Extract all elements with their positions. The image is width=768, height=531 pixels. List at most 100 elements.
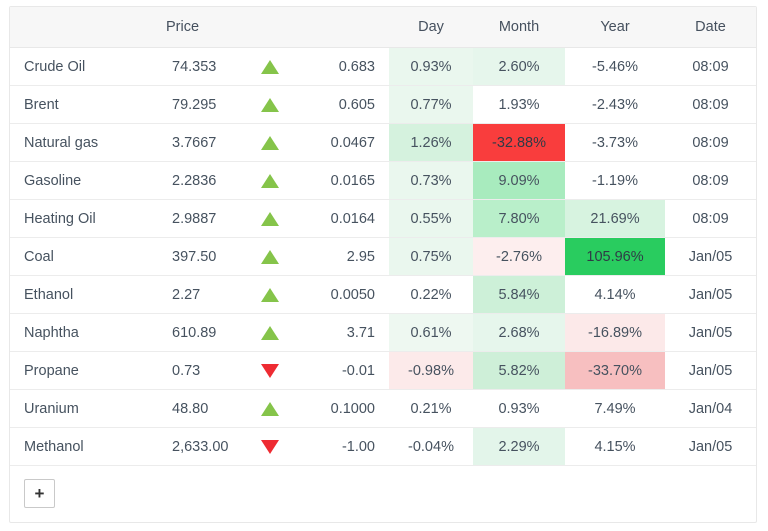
cell-month-percent: 1.93%	[473, 85, 565, 124]
column-header-year[interactable]: Year	[565, 7, 665, 48]
cell-price: 397.50	[158, 237, 238, 276]
cell-commodity-name[interactable]: Ethanol	[10, 275, 158, 314]
cell-month-percent: 2.68%	[473, 313, 565, 352]
footer-cell: +	[10, 466, 756, 522]
cell-year-percent: 21.69%	[565, 199, 665, 238]
table-row[interactable]: Heating Oil 2.9887 0.0164 0.55% 7.80% 21.69% 0…	[10, 199, 756, 238]
table-body: Crude Oil 74.353 0.683 0.93% 2.60% -5.46% 08:0…	[10, 47, 756, 522]
cell-date: Jan/04	[665, 389, 756, 428]
cell-direction	[238, 313, 293, 352]
cell-price: 74.353	[158, 47, 238, 86]
cell-change: 0.683	[293, 47, 389, 86]
table-header-row: Price Day Month Year Date	[10, 7, 756, 48]
table-row[interactable]: Natural gas 3.7667 0.0467 1.26% -32.88% -3.73…	[10, 123, 756, 162]
cell-price: 3.7667	[158, 123, 238, 162]
cell-direction	[238, 199, 293, 238]
cell-day-percent: -0.98%	[389, 351, 473, 390]
cell-price: 2,633.00	[158, 427, 238, 466]
cell-commodity-name[interactable]: Brent	[10, 85, 158, 124]
table-row[interactable]: Naphtha 610.89 3.71 0.61% 2.68% -16.89% Jan/05	[10, 313, 756, 352]
table-row[interactable]: Brent 79.295 0.605 0.77% 1.93% -2.43% 08:09	[10, 85, 756, 124]
cell-change: 2.95	[293, 237, 389, 276]
cell-day-percent: 0.93%	[389, 47, 473, 86]
column-header-price[interactable]: Price	[158, 7, 238, 48]
cell-date: 08:09	[665, 161, 756, 200]
table-row[interactable]: Ethanol 2.27 0.0050 0.22% 5.84% 4.14% Jan/05	[10, 275, 756, 314]
table-row[interactable]: Propane 0.73 -0.01 -0.98% 5.82% -33.70% Jan/05	[10, 351, 756, 390]
cell-day-percent: 0.73%	[389, 161, 473, 200]
cell-date: 08:09	[665, 199, 756, 238]
cell-month-percent: 7.80%	[473, 199, 565, 238]
table-footer-row: +	[10, 466, 756, 522]
table-row[interactable]: Coal 397.50 2.95 0.75% -2.76% 105.96% Jan/05	[10, 237, 756, 276]
arrow-up-icon	[261, 401, 279, 416]
cell-day-percent: 1.26%	[389, 123, 473, 162]
cell-day-percent: -0.04%	[389, 427, 473, 466]
cell-commodity-name[interactable]: Heating Oil	[10, 199, 158, 238]
cell-change: 0.1000	[293, 389, 389, 428]
cell-month-percent: 5.82%	[473, 351, 565, 390]
column-header-day[interactable]: Day	[389, 7, 473, 48]
cell-date: 08:09	[665, 123, 756, 162]
column-header-arrow[interactable]	[238, 7, 293, 48]
cell-date: 08:09	[665, 85, 756, 124]
column-header-month[interactable]: Month	[473, 7, 565, 48]
table-row[interactable]: Crude Oil 74.353 0.683 0.93% 2.60% -5.46% 08:0…	[10, 47, 756, 86]
cell-commodity-name[interactable]: Coal	[10, 237, 158, 276]
cell-change: 0.0467	[293, 123, 389, 162]
cell-direction	[238, 351, 293, 390]
cell-day-percent: 0.77%	[389, 85, 473, 124]
cell-change: -0.01	[293, 351, 389, 390]
cell-year-percent: -2.43%	[565, 85, 665, 124]
cell-year-percent: 7.49%	[565, 389, 665, 428]
commodities-table: Price Day Month Year Date Crude Oil 74.35…	[10, 7, 756, 522]
table-row[interactable]: Gasoline 2.2836 0.0165 0.73% 9.09% -1.19% 08:0…	[10, 161, 756, 200]
cell-direction	[238, 123, 293, 162]
cell-commodity-name[interactable]: Crude Oil	[10, 47, 158, 86]
arrow-up-icon	[261, 173, 279, 188]
cell-commodity-name[interactable]: Gasoline	[10, 161, 158, 200]
commodities-table-container: Price Day Month Year Date Crude Oil 74.35…	[9, 6, 757, 523]
cell-year-percent: 4.15%	[565, 427, 665, 466]
cell-commodity-name[interactable]: Methanol	[10, 427, 158, 466]
arrow-up-icon	[261, 135, 279, 150]
cell-commodity-name[interactable]: Naphtha	[10, 313, 158, 352]
cell-price: 2.27	[158, 275, 238, 314]
cell-change: 0.0050	[293, 275, 389, 314]
cell-direction	[238, 47, 293, 86]
cell-price: 48.80	[158, 389, 238, 428]
cell-commodity-name[interactable]: Propane	[10, 351, 158, 390]
column-header-date[interactable]: Date	[665, 7, 756, 48]
cell-year-percent: -16.89%	[565, 313, 665, 352]
table-header: Price Day Month Year Date	[10, 7, 756, 48]
cell-price: 2.2836	[158, 161, 238, 200]
cell-direction	[238, 85, 293, 124]
cell-month-percent: -2.76%	[473, 237, 565, 276]
arrow-up-icon	[261, 59, 279, 74]
cell-date: Jan/05	[665, 275, 756, 314]
cell-price: 0.73	[158, 351, 238, 390]
arrow-up-icon	[261, 325, 279, 340]
cell-year-percent: -5.46%	[565, 47, 665, 86]
cell-day-percent: 0.75%	[389, 237, 473, 276]
cell-month-percent: 9.09%	[473, 161, 565, 200]
cell-date: Jan/05	[665, 237, 756, 276]
arrow-up-icon	[261, 287, 279, 302]
cell-date: 08:09	[665, 47, 756, 86]
add-row-button[interactable]: +	[24, 479, 55, 509]
table-row[interactable]: Uranium 48.80 0.1000 0.21% 0.93% 7.49% Jan/04	[10, 389, 756, 428]
quotes-page: Price Day Month Year Date Crude Oil 74.35…	[0, 0, 768, 531]
cell-change: 3.71	[293, 313, 389, 352]
arrow-down-icon	[261, 439, 279, 454]
cell-date: Jan/05	[665, 351, 756, 390]
cell-day-percent: 0.22%	[389, 275, 473, 314]
cell-month-percent: 2.60%	[473, 47, 565, 86]
cell-year-percent: 4.14%	[565, 275, 665, 314]
table-row[interactable]: Methanol 2,633.00 -1.00 -0.04% 2.29% 4.15% Jan…	[10, 427, 756, 466]
cell-commodity-name[interactable]: Uranium	[10, 389, 158, 428]
column-header-change[interactable]	[293, 7, 389, 48]
column-header-name[interactable]	[10, 7, 158, 48]
cell-price: 79.295	[158, 85, 238, 124]
cell-year-percent: -1.19%	[565, 161, 665, 200]
cell-commodity-name[interactable]: Natural gas	[10, 123, 158, 162]
